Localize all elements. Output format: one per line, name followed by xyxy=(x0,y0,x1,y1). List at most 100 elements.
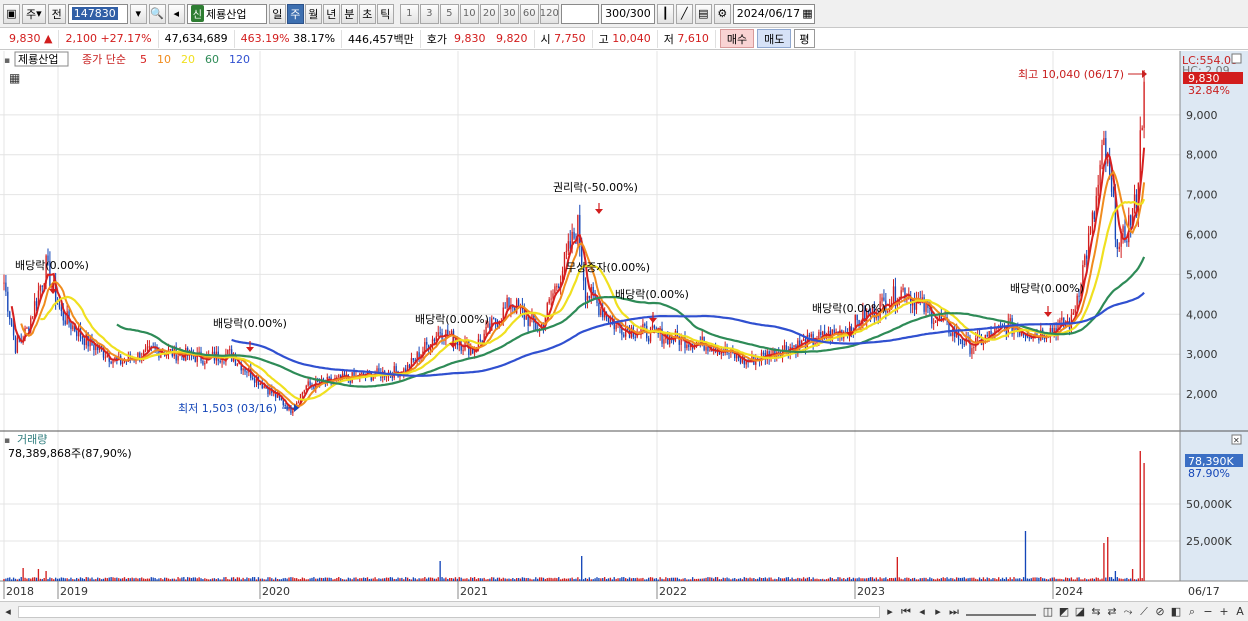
volume-bar xyxy=(460,577,462,581)
zoom-slider[interactable] xyxy=(966,608,1036,616)
candle-body xyxy=(1028,337,1030,339)
candle-body xyxy=(883,297,885,301)
volume-bar xyxy=(437,577,439,581)
buy-button[interactable]: 매수 xyxy=(719,29,755,48)
zoom-icon[interactable]: ⌕ xyxy=(1184,604,1200,620)
volume-bar xyxy=(762,578,765,581)
sell-button[interactable]: 매도 xyxy=(757,29,792,48)
interval-20[interactable]: 20 xyxy=(479,3,499,24)
interval-3[interactable]: 3 xyxy=(419,3,439,24)
interval-5[interactable]: 5 xyxy=(439,3,459,24)
candle-body xyxy=(5,282,7,292)
stock-code-input[interactable]: 147830 xyxy=(67,3,128,24)
interval-60[interactable]: 60 xyxy=(519,3,539,24)
chart-annotation: 배당락(0.00%) xyxy=(812,302,886,315)
volume-bar xyxy=(1084,578,1086,581)
tab-5[interactable]: 초 xyxy=(358,3,376,24)
volume-bar xyxy=(772,579,774,581)
last-page-icon[interactable]: ⏭ xyxy=(946,604,962,620)
first-page-icon[interactable]: ⏮ xyxy=(898,604,914,620)
volume-bar xyxy=(142,578,145,581)
volume-bar xyxy=(144,578,147,581)
horizontal-scrollbar[interactable] xyxy=(18,605,880,618)
x-year-label: 2023 xyxy=(857,585,885,598)
volume-bar xyxy=(751,578,753,581)
window-menu-icon[interactable]: ▣ xyxy=(3,3,20,24)
tab-3[interactable]: 년 xyxy=(322,3,340,24)
tool-b-icon[interactable]: ◩ xyxy=(1056,604,1072,620)
tool-f-icon[interactable]: ⤳ xyxy=(1120,604,1136,620)
volume-bar xyxy=(737,578,740,581)
volume-bar xyxy=(927,579,929,581)
save-icon[interactable]: ▤ xyxy=(694,3,712,24)
volume-bar xyxy=(447,579,449,581)
prev-button[interactable]: 전 xyxy=(47,3,66,24)
candle-body xyxy=(439,332,441,334)
volume-bar xyxy=(54,577,57,581)
interval-120[interactable]: 120 xyxy=(540,3,559,24)
volume-bar xyxy=(1128,579,1130,581)
zoom-out-icon[interactable]: − xyxy=(1200,604,1216,620)
search-icon[interactable]: 🔍 xyxy=(148,3,166,24)
font-icon[interactable]: A xyxy=(1232,604,1248,620)
interval-30[interactable]: 30 xyxy=(499,3,519,24)
zoom-in-icon[interactable]: + xyxy=(1216,604,1232,620)
speaker-icon[interactable]: ◂ xyxy=(167,3,185,24)
tab-6[interactable]: 틱 xyxy=(376,3,394,24)
volume-bar xyxy=(527,577,529,581)
tool-d-icon[interactable]: ⇆ xyxy=(1088,604,1104,620)
volume-bar xyxy=(470,577,472,581)
tool-c-icon[interactable]: ◪ xyxy=(1072,604,1088,620)
stock-name-field[interactable]: 신 제룡산업 xyxy=(186,3,267,24)
tool-h-icon[interactable]: ⊘ xyxy=(1152,604,1168,620)
interval-1[interactable]: 1 xyxy=(399,3,419,24)
volume-bar xyxy=(649,577,652,581)
tool-a-icon[interactable]: ◫ xyxy=(1040,604,1056,620)
volume-bar xyxy=(120,578,122,581)
maximize-icon[interactable] xyxy=(1231,53,1242,64)
date-field[interactable]: 2024/06/17 ▦ xyxy=(732,3,815,24)
volume-bar xyxy=(479,578,481,581)
gear-icon[interactable]: ⚙ xyxy=(713,3,731,24)
volume-bar xyxy=(366,577,369,581)
interval-10[interactable]: 10 xyxy=(459,3,479,24)
candle-body xyxy=(194,356,196,362)
tab-0[interactable]: 일 xyxy=(268,3,286,24)
candle-body xyxy=(810,334,812,337)
tab-4[interactable]: 분 xyxy=(340,3,358,24)
volume-bar xyxy=(1043,578,1046,581)
table-icon[interactable]: ▦ xyxy=(9,71,20,85)
candle-body xyxy=(148,346,151,348)
calendar-icon[interactable]: ▦ xyxy=(802,7,812,20)
tool-g-icon[interactable]: ⟋ xyxy=(1136,604,1152,620)
draw-line-icon[interactable]: ╱ xyxy=(675,3,693,24)
volume-bar xyxy=(548,577,550,581)
eval-button[interactable]: 평 xyxy=(794,29,815,48)
candle-body xyxy=(531,314,533,318)
tab-1[interactable]: 주 xyxy=(286,3,304,24)
period-select[interactable]: 주 ▾ xyxy=(22,3,46,24)
stock-chart[interactable]: 2,000 3,000 4,000 5,000 6,000 7,000 8,000 9,000… xyxy=(0,51,1248,601)
tool-e-icon[interactable]: ⇄ xyxy=(1104,604,1120,620)
volume-bar xyxy=(51,578,53,581)
prev-page-icon[interactable]: ◂ xyxy=(914,604,930,620)
candle-body xyxy=(1097,184,1099,196)
scroll-right-icon[interactable]: ▸ xyxy=(882,604,898,620)
volume-bar xyxy=(887,579,889,581)
candle-type-icon[interactable]: ┃ xyxy=(656,3,674,24)
candle-body xyxy=(546,303,548,317)
x-year-label: 2021 xyxy=(460,585,488,598)
code-dropdown-icon[interactable]: ▾ xyxy=(129,3,147,24)
volume-bar xyxy=(164,577,166,581)
count-field[interactable]: 300/300 xyxy=(600,3,655,24)
custom-interval-input[interactable] xyxy=(560,3,599,24)
candle-body xyxy=(219,360,221,363)
next-page-icon[interactable]: ▸ xyxy=(930,604,946,620)
volume-bar xyxy=(716,577,719,581)
tab-2[interactable]: 월 xyxy=(304,3,322,24)
volume-bar xyxy=(1103,543,1105,581)
volume-bar xyxy=(802,577,805,581)
scroll-left-icon[interactable]: ◂ xyxy=(0,604,16,620)
tool-i-icon[interactable]: ◧ xyxy=(1168,604,1184,620)
volume-bar xyxy=(1089,578,1092,581)
